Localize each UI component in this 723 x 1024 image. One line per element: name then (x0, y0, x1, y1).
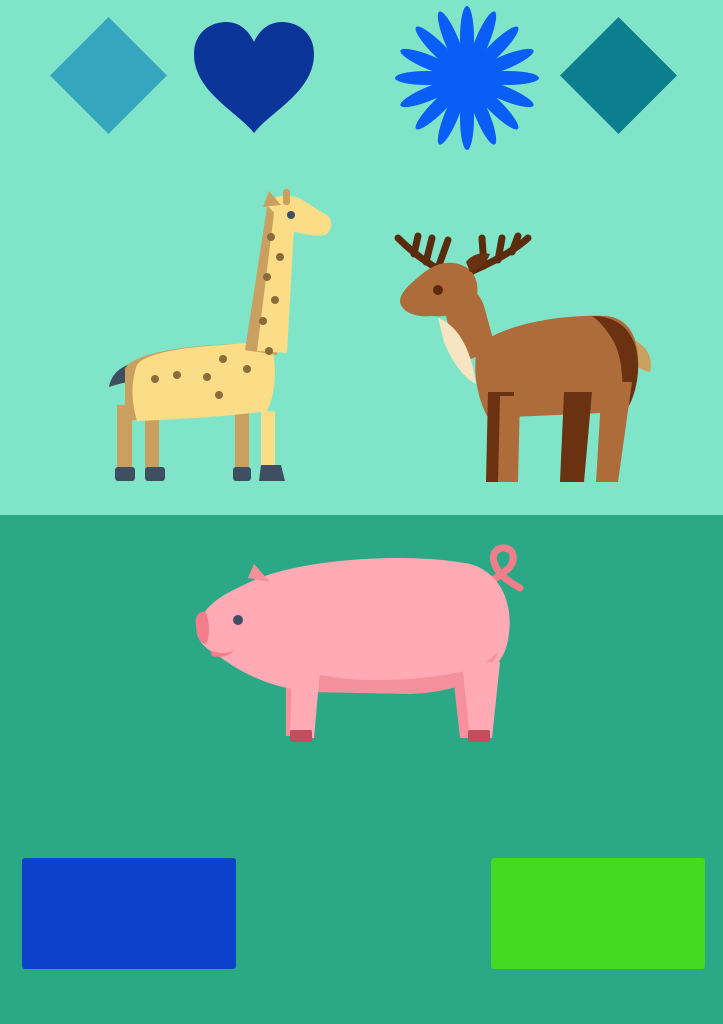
giraffe-icon (109, 189, 332, 481)
heart-icon (194, 22, 314, 133)
diamond-icon (50, 17, 167, 134)
flower-icon (395, 6, 539, 150)
pig-icon (195, 544, 524, 742)
diamond-icon (560, 17, 677, 134)
green-rectangle (491, 858, 705, 969)
canvas (0, 0, 723, 1024)
blue-rectangle (22, 858, 236, 969)
deer-icon (394, 232, 651, 482)
